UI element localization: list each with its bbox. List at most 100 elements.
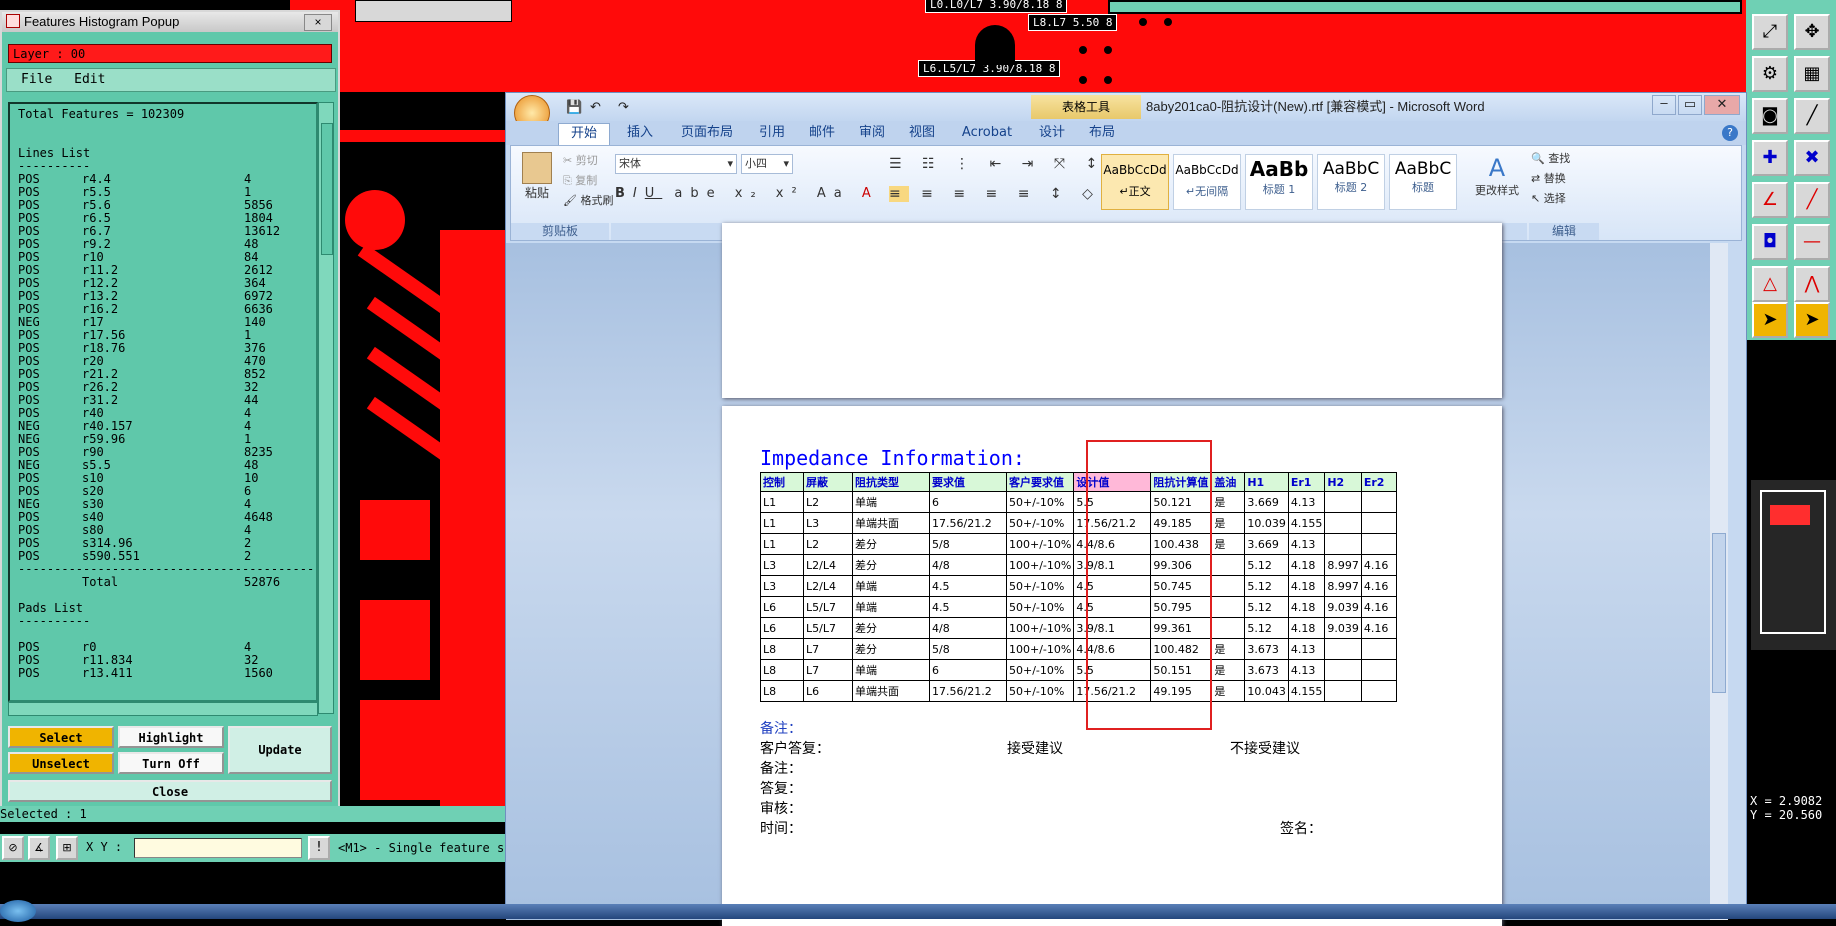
- line-row[interactable]: POS r17.56 1: [18, 329, 316, 342]
- table-cell[interactable]: L7: [803, 659, 853, 681]
- table-cell[interactable]: 4.155: [1287, 512, 1326, 534]
- move-icon[interactable]: ✚: [1752, 140, 1788, 176]
- line-row[interactable]: POS r20 470: [18, 355, 316, 368]
- table-cell[interactable]: 5/8: [929, 533, 1007, 555]
- tab-layout[interactable]: 布局: [1082, 121, 1122, 145]
- table-cell[interactable]: [1211, 554, 1246, 576]
- table-cell[interactable]: 单端共面: [852, 680, 930, 702]
- table-cell[interactable]: 5.12: [1244, 575, 1289, 597]
- table-cell[interactable]: [1360, 638, 1397, 660]
- table-cell[interactable]: 单端共面: [852, 512, 930, 534]
- line-row[interactable]: POS r40 4: [18, 407, 316, 420]
- table-cell[interactable]: L5/L7: [803, 617, 853, 639]
- node-icon[interactable]: ◘: [1752, 224, 1788, 260]
- font-size-select[interactable]: 小四 ▾: [741, 154, 793, 174]
- format-painter-button[interactable]: 🖌 格式刷: [563, 192, 613, 208]
- pad-row[interactable]: POS r13.411 1560: [18, 667, 316, 680]
- line-row[interactable]: POS r9.2 48: [18, 238, 316, 251]
- table-cell[interactable]: [1211, 596, 1246, 618]
- minimize-icon[interactable]: –: [1652, 95, 1676, 115]
- table-cell[interactable]: L1: [760, 512, 804, 534]
- table-cell[interactable]: 50+/-10%: [1005, 575, 1075, 597]
- style-normal[interactable]: AaBbCcDd ↵正文: [1101, 154, 1169, 210]
- table-cell[interactable]: 5.12: [1244, 596, 1289, 618]
- line-row[interactable]: POS r21.2 852: [18, 368, 316, 381]
- table-row[interactable]: L8 L7 差分 5/8 100+/-10% 4.4/8.6 100.482 是 3.673 4.…: [760, 638, 1397, 660]
- table-row[interactable]: L8 L6 单端共面 17.56/21.2 50+/-10% 17.56/21.2 49.1…: [760, 680, 1397, 702]
- table-cell[interactable]: 8.997: [1324, 554, 1362, 576]
- table-cell[interactable]: [1324, 638, 1362, 660]
- maximize-icon[interactable]: ▭: [1678, 95, 1702, 115]
- table-cell[interactable]: L6: [760, 596, 804, 618]
- menu-file[interactable]: File: [21, 72, 52, 87]
- table-cell[interactable]: 4/8: [929, 554, 1007, 576]
- line-row[interactable]: POS s40 4648: [18, 511, 316, 524]
- draw-line-icon[interactable]: ╱: [1794, 98, 1830, 134]
- table-cell[interactable]: 50+/-10%: [1005, 596, 1075, 618]
- table-cell[interactable]: L1: [760, 491, 804, 513]
- table-cell[interactable]: L6: [760, 617, 804, 639]
- table-cell[interactable]: 6: [929, 659, 1007, 681]
- windows-taskbar[interactable]: [0, 900, 1836, 922]
- table-row[interactable]: L3 L2/L4 单端 4.5 50+/-10% 4.5 50.745 5.12 4.18 8.9…: [760, 575, 1397, 597]
- undo-icon[interactable]: ↶: [590, 93, 601, 121]
- table-cell[interactable]: 6: [929, 491, 1007, 513]
- impedance-table[interactable]: 控制 屏蔽 阻抗类型 要求值 客户要求值 设计值 阻抗计算值 盖油 H1 Er1 H2 Er2 L1 L…: [760, 472, 1397, 702]
- highlight-button[interactable]: Highlight: [118, 726, 224, 748]
- table-cell[interactable]: 4/8: [929, 617, 1007, 639]
- table-cell[interactable]: 50+/-10%: [1005, 659, 1075, 681]
- turn-off-button[interactable]: Turn Off: [118, 752, 224, 774]
- pan-icon[interactable]: ✥: [1794, 14, 1830, 50]
- style-no-spacing[interactable]: AaBbCcDd ↵无间隔: [1173, 154, 1241, 210]
- table-cell[interactable]: 4.13: [1287, 659, 1326, 681]
- style-heading-2[interactable]: AaBbC 标题 2: [1317, 154, 1385, 210]
- table-cell[interactable]: 4.16: [1360, 575, 1397, 597]
- style-heading-1[interactable]: AaBb 标题 1: [1245, 154, 1313, 210]
- find-button[interactable]: 🔍 查找: [1531, 150, 1570, 166]
- menu-edit[interactable]: Edit: [74, 72, 105, 87]
- doc-vertical-scrollbar[interactable]: [1710, 243, 1728, 920]
- vertical-scrollbar[interactable]: [318, 102, 334, 714]
- pointer-icon[interactable]: ➤: [1752, 302, 1788, 338]
- list-buttons[interactable]: ☰ ☷ ⋮ ⇤ ⇥ ⤧ ↕: [889, 156, 1105, 172]
- line-row[interactable]: POS s314.96 2: [18, 537, 316, 550]
- table-cell[interactable]: [1324, 533, 1362, 555]
- table-cell[interactable]: 3.673: [1244, 659, 1289, 681]
- document-area[interactable]: Impedance Information: 控制 屏蔽 阻抗类型 要求值 客户要求值设…: [506, 223, 1728, 926]
- table-cell[interactable]: 5/8: [929, 638, 1007, 660]
- font-name-select[interactable]: 宋体 ▾: [615, 154, 737, 174]
- line-row[interactable]: POS s80 4: [18, 524, 316, 537]
- tab-mailings[interactable]: 邮件: [802, 121, 842, 145]
- table-cell[interactable]: [1324, 659, 1362, 681]
- table-cell[interactable]: 17.56/21.2: [929, 680, 1007, 702]
- table-cell[interactable]: 9.039: [1324, 596, 1362, 618]
- redo-icon[interactable]: ↷: [618, 93, 629, 121]
- table-cell[interactable]: [1324, 491, 1362, 513]
- table-cell[interactable]: L7: [803, 638, 853, 660]
- table-cell[interactable]: 4.16: [1360, 617, 1397, 639]
- tab-insert[interactable]: 插入: [618, 121, 662, 145]
- horizontal-scrollbar[interactable]: [8, 702, 318, 716]
- table-cell[interactable]: 4.18: [1287, 575, 1326, 597]
- table-cell[interactable]: 是: [1211, 533, 1246, 555]
- table-cell[interactable]: 9.039: [1324, 617, 1362, 639]
- table-cell[interactable]: 4.16: [1360, 596, 1397, 618]
- table-cell[interactable]: 单端: [852, 659, 930, 681]
- table-cell[interactable]: 100+/-10%: [1005, 554, 1075, 576]
- table-cell[interactable]: 50+/-10%: [1005, 512, 1075, 534]
- table-cell[interactable]: 是: [1211, 659, 1246, 681]
- table-cell[interactable]: L2/L4: [803, 575, 853, 597]
- line-row[interactable]: POS r6.7 13612: [18, 225, 316, 238]
- table-row[interactable]: L1 L2 单端 6 50+/-10% 5.5 50.121 是 3.669 4.13: [760, 491, 1397, 513]
- table-cell[interactable]: [1360, 659, 1397, 681]
- line-row[interactable]: POS s20 6: [18, 485, 316, 498]
- table-row[interactable]: L1 L2 差分 5/8 100+/-10% 4.4/8.6 100.438 是 3.669 4.…: [760, 533, 1397, 555]
- table-cell[interactable]: 单端: [852, 575, 930, 597]
- table-row[interactable]: L3 L2/L4 差分 4/8 100+/-10% 3.9/8.1 99.306 5.12 4.…: [760, 554, 1397, 576]
- table-row[interactable]: L6 L5/L7 差分 4/8 100+/-10% 3.9/8.1 99.361 5.12 4.…: [760, 617, 1397, 639]
- line-row[interactable]: POS r11.2 2612: [18, 264, 316, 277]
- table-cell[interactable]: 4.155: [1287, 680, 1326, 702]
- tab-references[interactable]: 引用: [752, 121, 792, 145]
- pad-icon[interactable]: ◙: [1752, 98, 1788, 134]
- features-list[interactable]: Total Features = 102309 Lines List -----…: [8, 102, 318, 702]
